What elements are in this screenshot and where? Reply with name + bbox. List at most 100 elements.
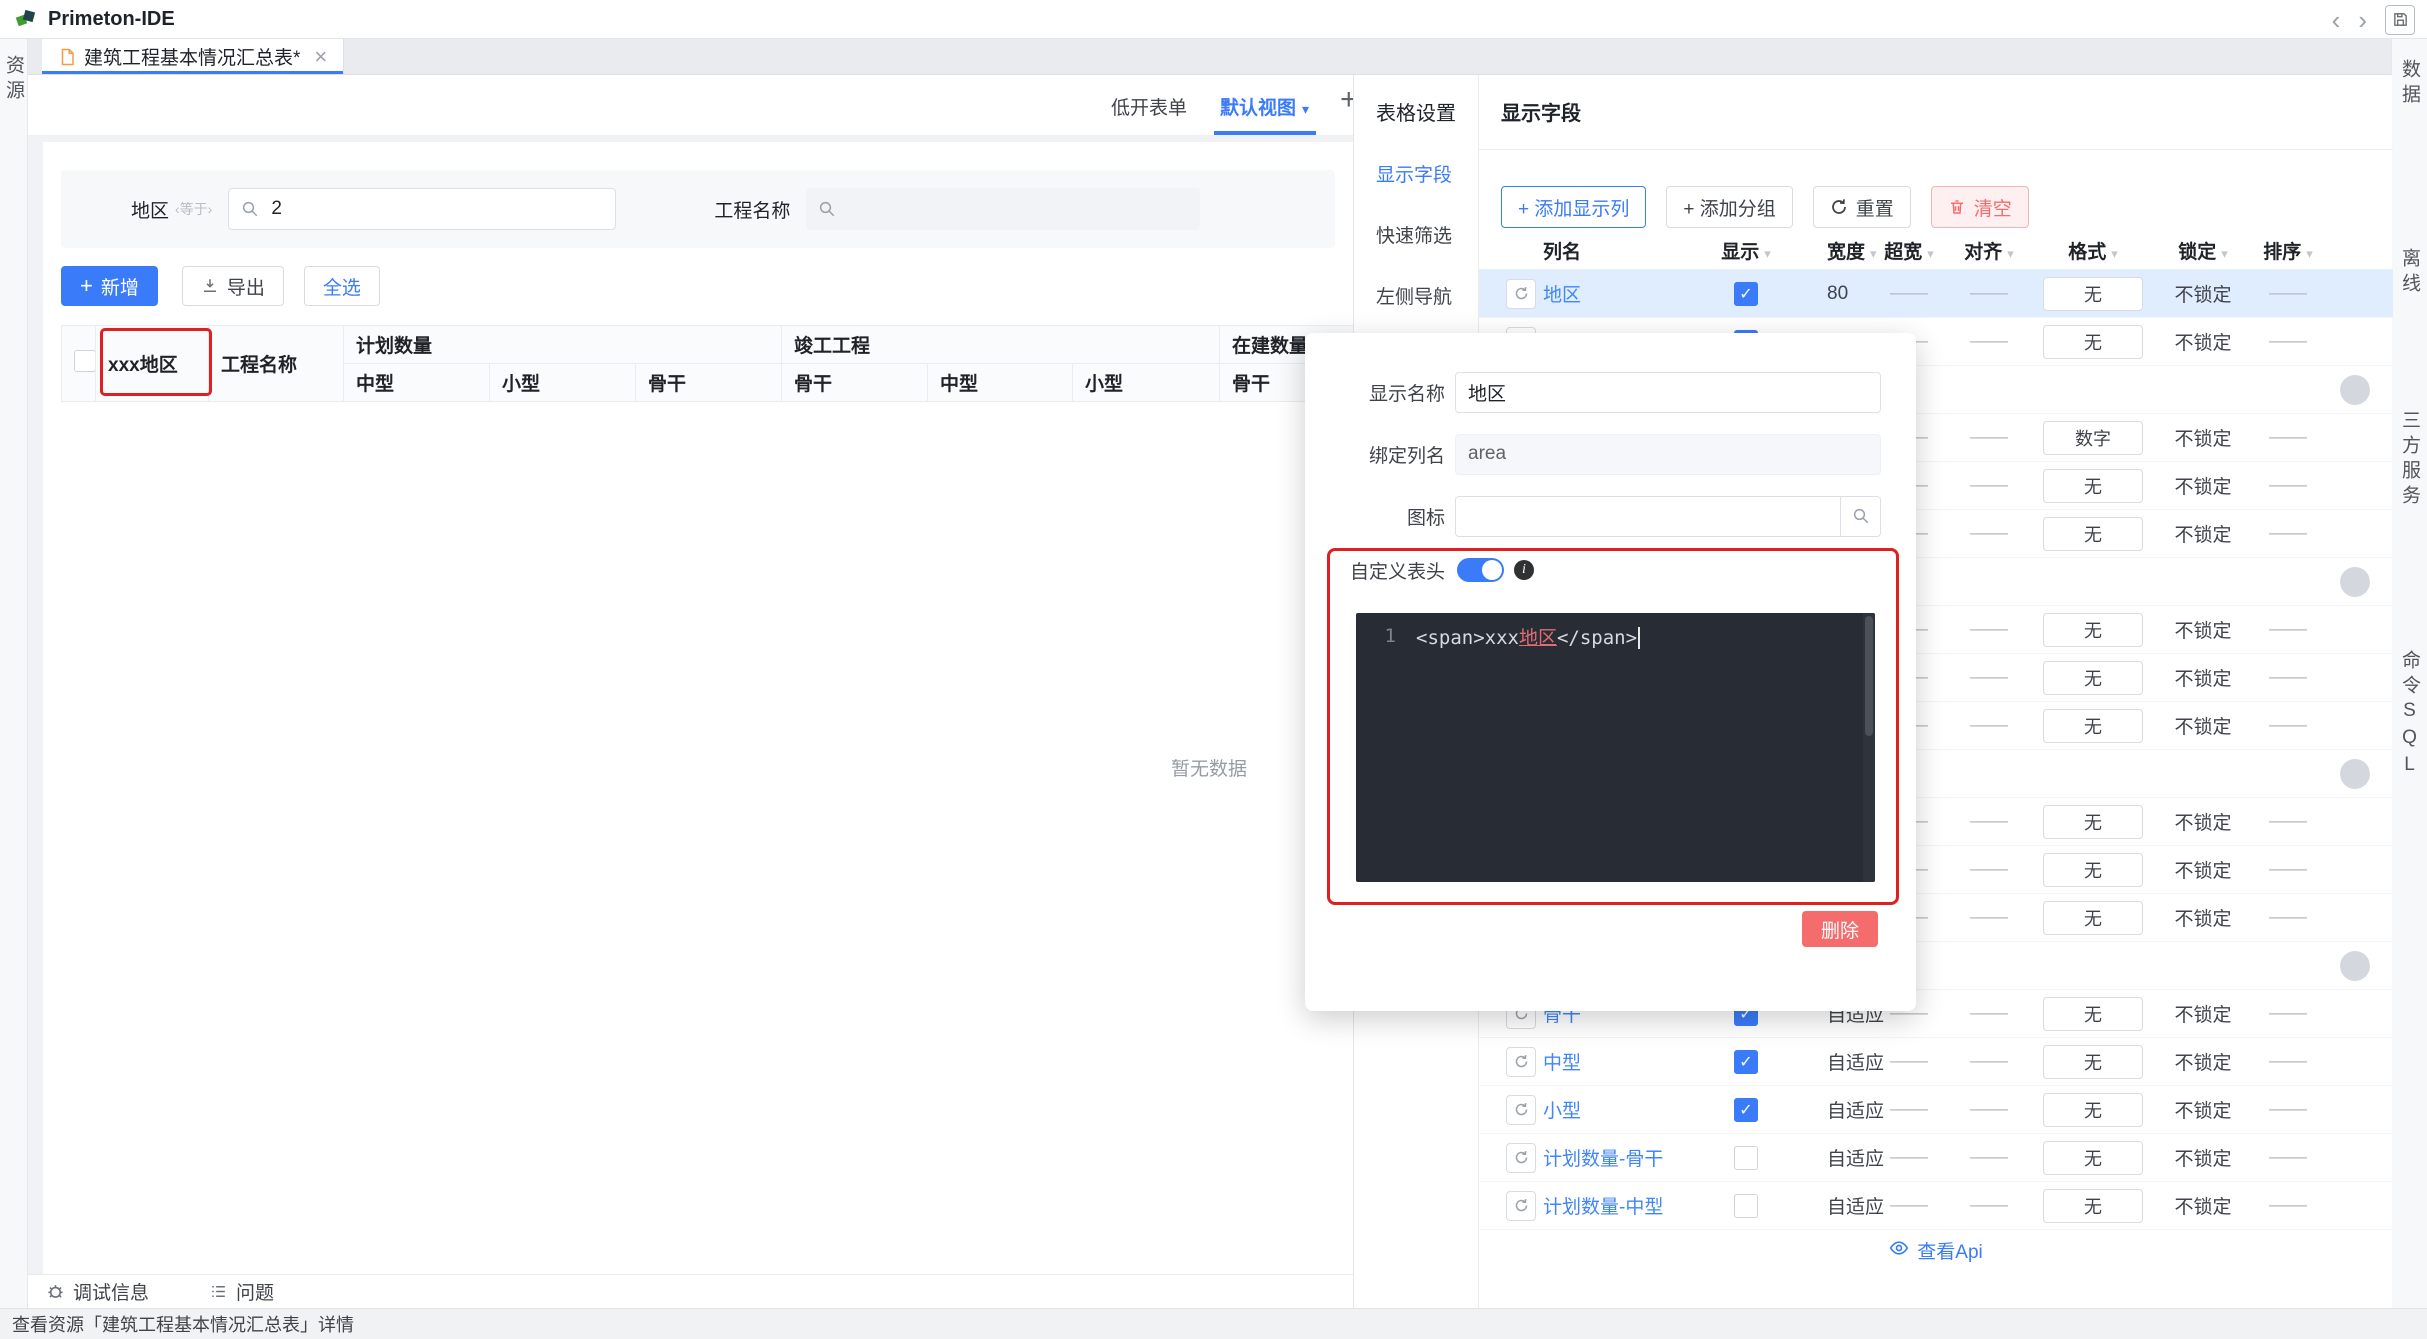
group-handle-icon[interactable]: [2340, 758, 2370, 789]
save-button[interactable]: [2385, 4, 2415, 35]
save-icon: [2392, 11, 2409, 28]
tab-active[interactable]: 建筑工程基本情况汇总表* ×: [42, 39, 345, 74]
format-button[interactable]: 无: [2043, 468, 2143, 503]
settings-table-row[interactable]: 小型 ✓ 自适应 —— —— 无 不锁定 ——: [1479, 1086, 2393, 1134]
width-value: 自适应: [1827, 1053, 1885, 1074]
format-button[interactable]: 无: [2043, 612, 2143, 647]
format-button[interactable]: 无: [2043, 708, 2143, 743]
problems-button[interactable]: 问题: [209, 1278, 274, 1305]
header-cell-area: xxx地区: [95, 325, 209, 402]
format-button[interactable]: 无: [2043, 1140, 2143, 1175]
custom-header-code-editor[interactable]: 1 <span>xxx地区</span>: [1356, 613, 1875, 882]
format-button[interactable]: 无: [2043, 324, 2143, 359]
column-name-link[interactable]: 地区: [1543, 280, 1711, 307]
select-all-button[interactable]: 全选: [303, 266, 380, 306]
nav-item-display-fields[interactable]: 显示字段: [1376, 160, 1478, 187]
format-button[interactable]: 无: [2043, 996, 2143, 1031]
icon-input[interactable]: [1455, 495, 1841, 537]
settings-table-row[interactable]: 计划数量-骨干 自适应 —— —— 无 不锁定 ——: [1479, 1134, 2393, 1182]
sort-value: ——: [2269, 426, 2307, 448]
format-button[interactable]: 无: [2043, 1188, 2143, 1223]
nav-item-quick-filter[interactable]: 快速筛选: [1376, 221, 1478, 248]
group-handle-icon[interactable]: [2340, 950, 2370, 981]
refresh-icon: [1830, 198, 1848, 216]
lock-value: 不锁定: [2174, 429, 2232, 450]
display-checkbox[interactable]: [1734, 1193, 1758, 1218]
add-display-column-button[interactable]: + 添加显示列: [1501, 186, 1647, 228]
column-name-link[interactable]: 中型: [1543, 1048, 1711, 1075]
default-view-tab[interactable]: 默认视图 ▾: [1220, 93, 1309, 120]
rail-item-offline[interactable]: 离线: [2396, 248, 2423, 298]
align-value: ——: [1970, 474, 2008, 496]
area-filter-input[interactable]: [269, 197, 604, 221]
display-checkbox[interactable]: [1734, 1145, 1758, 1170]
column-name-link[interactable]: 小型: [1543, 1096, 1711, 1123]
area-filter-input-box[interactable]: [228, 188, 617, 230]
nav-forward-button[interactable]: ›: [2358, 7, 2367, 33]
format-button[interactable]: 无: [2043, 804, 2143, 839]
reset-button[interactable]: 重置: [1812, 186, 1911, 228]
left-rail: 资源: [0, 39, 28, 1308]
rail-item-thirdparty[interactable]: 三方服务: [2396, 410, 2423, 510]
format-button[interactable]: 无: [2043, 1044, 2143, 1079]
format-button[interactable]: 无: [2043, 660, 2143, 695]
header-overwide[interactable]: 超宽 ▾: [1884, 237, 1934, 264]
area-filter-operator: ‹等于›: [175, 201, 213, 217]
icon-search-button[interactable]: [1841, 495, 1881, 537]
header-display[interactable]: 显示 ▾: [1721, 237, 1771, 264]
header-lock[interactable]: 锁定 ▾: [2178, 237, 2228, 264]
column-name-link[interactable]: 计划数量-中型: [1543, 1192, 1711, 1219]
refresh-icon[interactable]: [1506, 1094, 1536, 1125]
caret-down-icon: ▾: [1302, 101, 1310, 117]
right-rail: 数据 离线 三方服务 命令SQL: [2391, 39, 2427, 1308]
settings-table-row[interactable]: 计划数量-中型 自适应 —— —— 无 不锁定 ——: [1479, 1182, 2393, 1230]
group-handle-icon[interactable]: [2340, 374, 2370, 405]
project-name-filter-input[interactable]: [846, 197, 1189, 221]
scrollbar-thumb[interactable]: [1865, 616, 1873, 736]
format-button[interactable]: 无: [2043, 900, 2143, 935]
format-button[interactable]: 无: [2043, 852, 2143, 887]
refresh-icon[interactable]: [1506, 1190, 1536, 1221]
nav-back-button[interactable]: ‹: [2332, 7, 2341, 33]
settings-table-row[interactable]: 中型 ✓ 自适应 —— —— 无 不锁定 ——: [1479, 1038, 2393, 1086]
custom-header-toggle[interactable]: [1457, 558, 1504, 582]
view-api-link[interactable]: 查看Api: [1479, 1237, 2393, 1264]
header-format[interactable]: 格式 ▾: [2068, 237, 2118, 264]
display-checkbox[interactable]: ✓: [1734, 1049, 1758, 1074]
group-handle-icon[interactable]: [2340, 566, 2370, 597]
format-button[interactable]: 无: [2043, 516, 2143, 551]
select-all-checkbox[interactable]: [74, 349, 95, 372]
display-checkbox[interactable]: ✓: [1734, 1097, 1758, 1122]
header-width[interactable]: 宽度 ▾: [1781, 237, 1877, 264]
refresh-icon[interactable]: [1506, 278, 1536, 309]
refresh-icon[interactable]: [1506, 1046, 1536, 1077]
rail-item-sql[interactable]: 命令SQL: [2396, 650, 2423, 781]
export-button[interactable]: 导出: [181, 266, 284, 306]
refresh-icon[interactable]: [1506, 1142, 1536, 1173]
display-name-input[interactable]: [1455, 371, 1881, 413]
settings-table-row[interactable]: 地区 ✓ 80 —— —— 无 不锁定 ——: [1479, 270, 2393, 318]
display-checkbox[interactable]: ✓: [1734, 281, 1758, 306]
project-name-filter-input-box[interactable]: [806, 188, 1201, 230]
debug-icon: [46, 1282, 65, 1301]
nav-item-left-nav[interactable]: 左侧导航: [1376, 282, 1478, 309]
lock-value: 不锁定: [2174, 1197, 2232, 1218]
header-align[interactable]: 对齐 ▾: [1964, 237, 2014, 264]
editor-scrollbar[interactable]: [1863, 613, 1875, 882]
rail-item-data[interactable]: 数据: [2396, 59, 2423, 109]
format-button[interactable]: 数字: [2043, 420, 2143, 455]
tab-close-icon[interactable]: ×: [314, 45, 327, 68]
column-name-link[interactable]: 计划数量-骨干: [1543, 1144, 1711, 1171]
delete-button[interactable]: 删除: [1802, 911, 1878, 947]
header-cell-project-name: 工程名称: [208, 325, 344, 402]
format-button[interactable]: 无: [2043, 276, 2143, 311]
rail-item-resources[interactable]: 资源: [0, 55, 27, 105]
debug-info-button[interactable]: 调试信息: [46, 1278, 149, 1305]
header-sort[interactable]: 排序 ▾: [2263, 237, 2313, 264]
clear-button[interactable]: 清空: [1930, 186, 2029, 228]
add-group-button[interactable]: + 添加分组: [1666, 186, 1793, 228]
sort-value: ——: [2269, 618, 2307, 640]
low-code-form-button[interactable]: 低开表单: [1111, 93, 1187, 120]
add-button[interactable]: + 新增: [61, 266, 158, 306]
format-button[interactable]: 无: [2043, 1092, 2143, 1127]
